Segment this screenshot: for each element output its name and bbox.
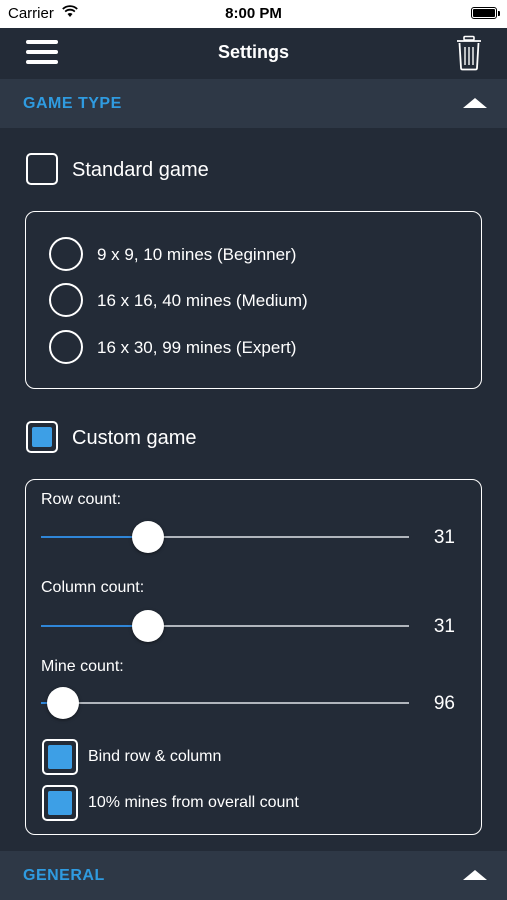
ten-percent-mines-checkbox[interactable] [42, 785, 78, 821]
radio-medium[interactable] [49, 283, 83, 317]
custom-panel [25, 479, 482, 835]
standard-game-label: Standard game [72, 159, 209, 181]
trash-icon[interactable] [455, 35, 483, 71]
checkbox-fill [48, 791, 72, 815]
bind-row-column-label: Bind row & column [88, 748, 222, 765]
column-count-label: Column count: [41, 579, 145, 596]
custom-game-label: Custom game [72, 427, 197, 449]
nav-bar: Settings [0, 28, 507, 78]
preset-label: 16 x 30, 99 mines (Expert) [97, 338, 297, 357]
section-title: GENERAL [23, 867, 105, 884]
row-count-value: 31 [433, 527, 455, 548]
page-title: Settings [217, 42, 289, 62]
mine-count-slider[interactable] [41, 687, 409, 719]
battery-icon [471, 7, 500, 19]
slider-thumb[interactable] [47, 687, 80, 719]
ten-percent-mines-label: 10% mines from overall count [88, 794, 299, 811]
chevron-up-icon[interactable] [463, 870, 487, 880]
radio-expert[interactable] [49, 330, 83, 364]
chevron-up-icon[interactable] [463, 98, 487, 108]
section-header-game-type[interactable]: GAME TYPE [0, 79, 507, 128]
clock: 8:00 PM [225, 5, 282, 22]
section-title: GAME TYPE [23, 95, 122, 112]
standard-game-checkbox[interactable] [26, 153, 58, 185]
preset-label: 9 x 9, 10 mines (Beginner) [97, 245, 297, 264]
preset-label: 16 x 16, 40 mines (Medium) [97, 291, 308, 310]
row-count-slider[interactable] [41, 521, 409, 553]
row-count-label: Row count: [41, 491, 122, 508]
checkbox-fill [48, 745, 72, 769]
column-count-slider[interactable] [41, 610, 409, 642]
custom-game-checkbox[interactable] [26, 421, 58, 453]
mine-count-value: 96 [433, 693, 455, 714]
bind-row-column-checkbox[interactable] [42, 739, 78, 775]
status-bar: Carrier 8:00 PM [0, 0, 507, 28]
radio-beginner[interactable] [49, 237, 83, 271]
mine-count-label: Mine count: [41, 658, 124, 675]
slider-thumb[interactable] [131, 610, 164, 642]
slider-thumb[interactable] [131, 521, 164, 553]
column-count-value: 31 [433, 616, 455, 637]
checkbox-fill [32, 427, 52, 447]
section-header-general[interactable]: GENERAL [0, 851, 507, 900]
